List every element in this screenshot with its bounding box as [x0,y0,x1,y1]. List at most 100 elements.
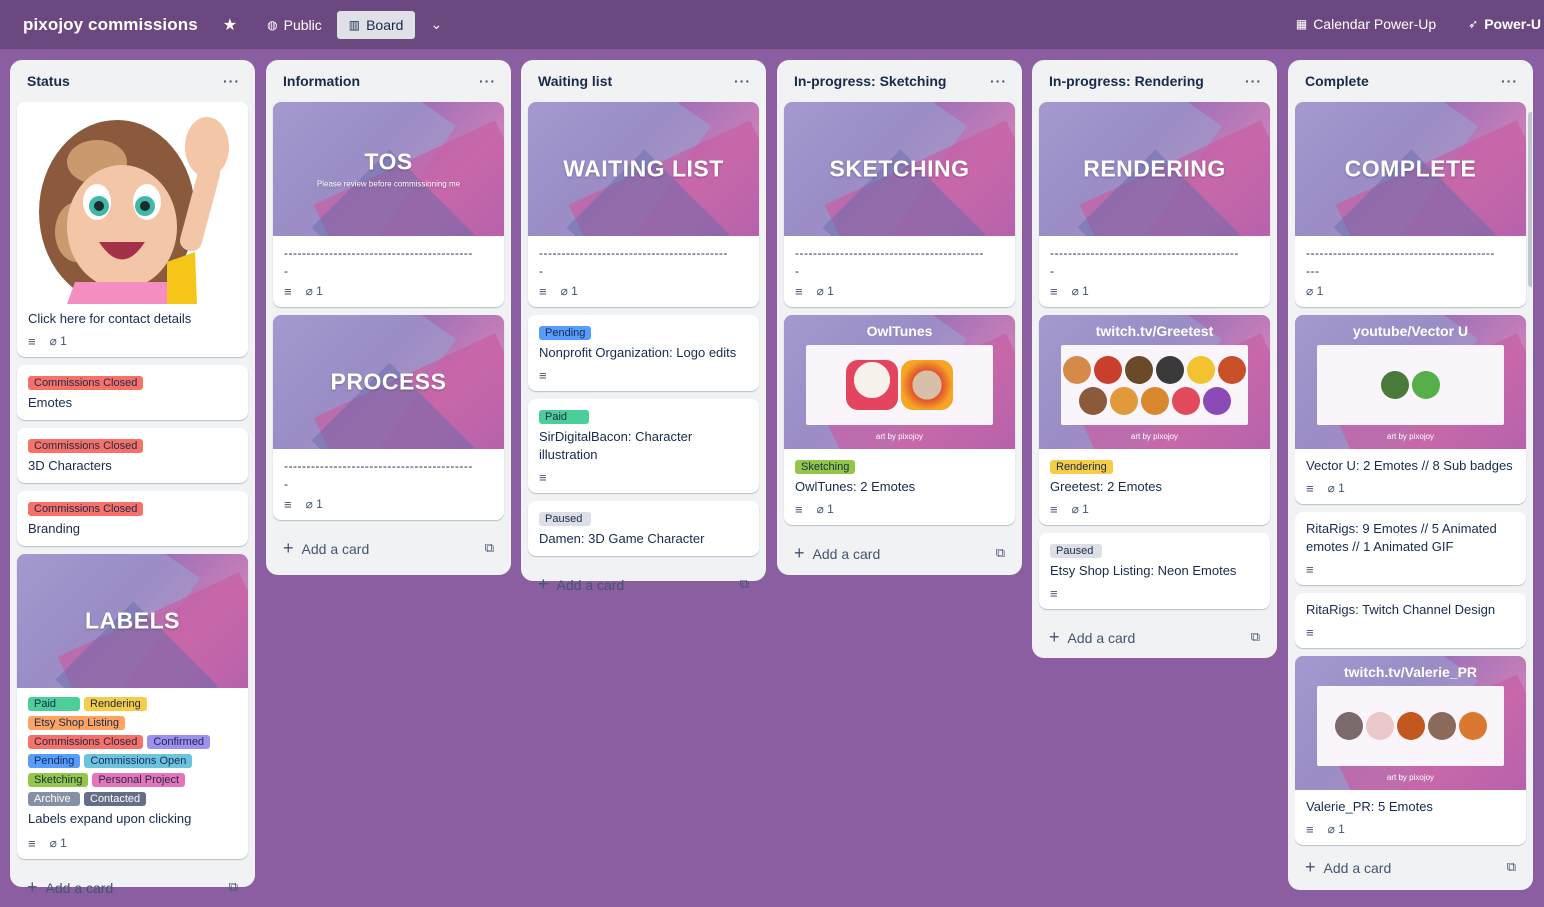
card-title: Greetest: 2 Emotes [1050,479,1162,494]
more-icon[interactable]: ··· [1245,73,1262,89]
calendar-icon: ▦ [1295,17,1308,31]
description-icon: ≡ [1050,585,1058,601]
sketching-card[interactable]: SKETCHING ------------------------------… [784,102,1015,307]
label-commissions-open[interactable]: Commissions Open [84,754,193,768]
label-paused[interactable]: Paused [1050,544,1102,558]
card[interactable]: OwlTunes art by pixojoy Sketching OwlTun… [784,315,1015,525]
list-title[interactable]: Waiting list [538,73,612,89]
list-title[interactable]: Information [283,73,360,89]
card[interactable]: Paused Etsy Shop Listing: Neon Emotes ≡ [1039,533,1270,609]
card[interactable]: Pending Nonprofit Organization: Logo edi… [528,315,759,391]
add-card-button[interactable]: + Add a card ⧉ [1039,617,1270,657]
card-template-icon[interactable]: ⧉ [996,545,1005,561]
card[interactable]: youtube/Vector U art by pixojoy Vector U… [1295,315,1526,504]
card[interactable]: Commissions Closed 3D Characters [17,428,248,483]
list-header[interactable]: Information ··· [273,60,504,102]
list-header[interactable]: Waiting list ··· [528,60,759,102]
card-body: Valerie_PR: 5 Emotes ≡ ⌀ 1 [1295,790,1526,845]
card-title-line2: - [1050,264,1055,278]
add-card-button[interactable]: + Add a card ⧉ [784,533,1015,573]
card-title: Emotes [28,395,73,410]
card-title: Click here for contact details [28,311,192,326]
label-commissions-closed[interactable]: Commissions Closed [28,502,144,516]
label-pending[interactable]: Pending [539,326,592,340]
card-template-icon[interactable]: ⧉ [229,879,238,895]
plus-icon: + [1049,626,1060,647]
card[interactable]: Commissions Closed Branding [17,491,248,546]
attachment-count: 1 [316,497,323,511]
label-sketching[interactable]: Sketching [28,773,89,787]
complete-card[interactable]: COMPLETE -------------------------------… [1295,102,1526,307]
card[interactable]: Paid SirDigitalBacon: Character illustra… [528,399,759,493]
process-card[interactable]: PROCESS --------------------------------… [273,315,504,520]
contact-card[interactable]: Click here for contact details ≡ ⌀ 1 [17,102,248,357]
card-template-icon[interactable]: ⧉ [1251,629,1260,645]
list-title[interactable]: In-progress: Sketching [794,73,946,89]
list-header[interactable]: Complete ··· [1295,60,1526,102]
more-icon[interactable]: ··· [990,73,1007,89]
label-paused[interactable]: Paused [539,512,591,526]
label-paid[interactable]: Paid [28,697,80,711]
list-title[interactable]: Complete [1305,73,1369,89]
description-icon: ≡ [28,835,36,851]
waiting-list-card[interactable]: WAITING LIST ---------------------------… [528,102,759,307]
label-confirmed[interactable]: Confirmed [147,735,211,749]
more-icon[interactable]: ··· [479,73,496,89]
rendering-card[interactable]: RENDERING ------------------------------… [1039,102,1270,307]
card[interactable]: RitaRigs: Twitch Channel Design ≡ [1295,593,1526,648]
attachment-count: 1 [827,284,834,298]
list-header[interactable]: In-progress: Sketching ··· [784,60,1015,102]
card[interactable]: Commissions Closed Emotes [17,365,248,420]
cover-text: TOS Please review before commissioning m… [273,149,504,190]
add-card-button[interactable]: + Add a card ⧉ [17,867,248,907]
more-icon[interactable]: ··· [734,73,751,89]
card[interactable]: RitaRigs: 9 Emotes // 5 Animated emotes … [1295,512,1526,585]
cover-footer: art by pixojoy [1386,773,1435,782]
label-commissions-closed[interactable]: Commissions Closed [28,439,144,453]
card-cover: TOS Please review before commissioning m… [273,102,504,236]
list-header[interactable]: Status ··· [17,60,248,102]
add-card-button[interactable]: + Add a card ⧉ [1295,847,1526,887]
emote-image [1125,355,1153,384]
tos-card[interactable]: TOS Please review before commissioning m… [273,102,504,307]
scrollbar[interactable] [1528,112,1532,287]
list-scroll-area[interactable]: COMPLETE -------------------------------… [1295,102,1532,847]
calendar-powerup-button[interactable]: ▦ Calendar Power-Up [1289,10,1443,38]
star-icon[interactable]: ★ [216,11,244,39]
chevron-down-icon[interactable]: ⌄ [423,11,449,39]
card[interactable]: twitch.tv/Greetest art by pixojoy Render… [1039,315,1270,525]
more-icon[interactable]: ··· [1501,73,1518,89]
label-paid[interactable]: Paid [539,410,589,424]
list-title[interactable]: In-progress: Rendering [1049,73,1204,89]
add-card-button[interactable]: + Add a card ⧉ [528,564,759,604]
label-personal-project[interactable]: Personal Project [92,773,186,787]
label-commissions-closed[interactable]: Commissions Closed [28,376,144,390]
card-template-icon[interactable]: ⧉ [485,540,494,556]
label-sketching[interactable]: Sketching [795,460,856,474]
card[interactable]: twitch.tv/Valerie_PR art by pixojoy Vale… [1295,656,1526,845]
card[interactable]: Paused Damen: 3D Game Character [528,501,759,556]
cover-subtitle: Please review before commissioning me [316,179,461,189]
label-rendering[interactable]: Rendering [1050,460,1113,474]
label-archive[interactable]: Archive [28,792,80,806]
board-title[interactable]: pixojoy commissions [23,15,198,35]
list-header[interactable]: In-progress: Rendering ··· [1039,60,1270,102]
card-template-icon[interactable]: ⧉ [1507,859,1516,875]
card-template-icon[interactable]: ⧉ [740,576,749,592]
more-icon[interactable]: ··· [223,73,240,89]
label-commissions-closed[interactable]: Commissions Closed [28,735,144,749]
card-body: Commissions Closed 3D Characters [17,428,248,483]
label-etsy-shop-listing[interactable]: Etsy Shop Listing [28,716,125,730]
emote-image [1187,355,1215,384]
label-pending[interactable]: Pending [28,754,81,768]
label-rendering[interactable]: Rendering [84,697,147,711]
visibility-button[interactable]: ◍ Public [260,11,329,39]
add-card-button[interactable]: + Add a card ⧉ [273,528,504,568]
label-contacted[interactable]: Contacted [84,792,147,806]
powerups-button[interactable]: ➶ Power-U [1461,10,1544,38]
card-badges: ≡ ⌀ 1 [539,283,748,299]
board-view-button[interactable]: ▥ Board [336,10,416,39]
list-title[interactable]: Status [27,73,70,89]
card-body: Pending Nonprofit Organization: Logo edi… [528,315,759,391]
labels-card[interactable]: LABELS Paid Rendering Etsy Shop Listing C… [17,554,248,859]
